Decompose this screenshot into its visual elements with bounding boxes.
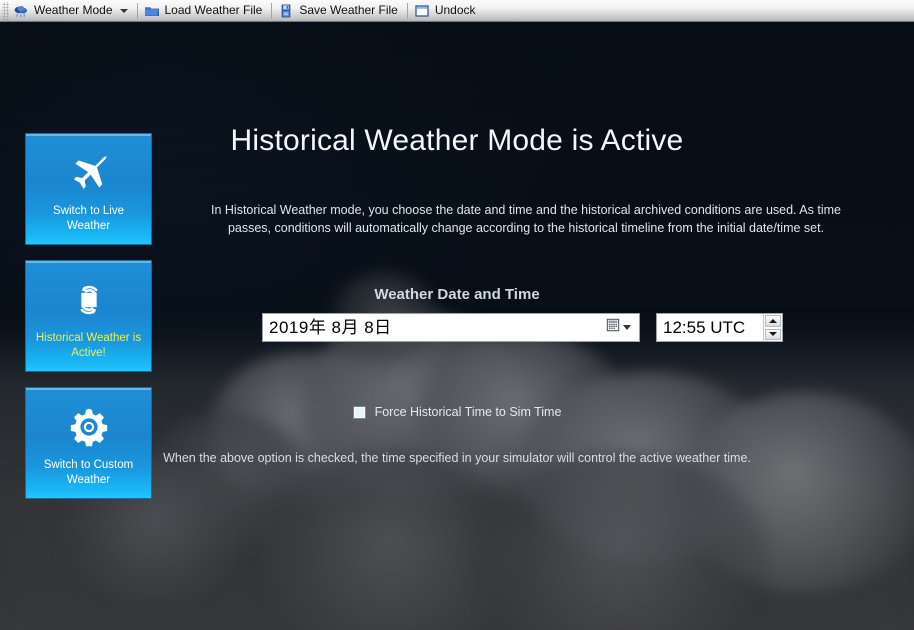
toolbar-separator: [271, 2, 273, 19]
toolbar-item-label: Load Weather File: [164, 3, 263, 17]
toolbar-item-label: Weather Mode: [34, 3, 113, 17]
weather-date-input[interactable]: 2019年 8月 8日: [262, 313, 640, 342]
mode-button-label: Historical Weather is Active!: [35, 332, 142, 359]
calendar-icon: [606, 318, 620, 337]
force-historical-time-row: Force Historical Time to Sim Time: [0, 405, 914, 419]
toolbar-separator: [136, 2, 138, 19]
toolbar-separator: [406, 2, 408, 19]
toolbar-item-undock[interactable]: Undock: [410, 1, 483, 21]
rain-cloud-icon: [13, 3, 29, 19]
toolbar-item-load-weather-file[interactable]: Load Weather File: [140, 1, 270, 21]
date-picker-dropdown[interactable]: [606, 318, 639, 337]
triangle-down-icon: [769, 332, 777, 337]
time-stepper: [763, 314, 782, 341]
window-undock-icon: [414, 3, 430, 19]
mode-button-label: Switch to Live Weather: [53, 205, 124, 232]
force-historical-time-label[interactable]: Force Historical Time to Sim Time: [375, 405, 562, 419]
chevron-down-icon: [119, 8, 128, 13]
weather-time-value: 12:55 UTC: [663, 317, 746, 337]
toolbar-drag-handle[interactable]: [2, 1, 9, 20]
weather-date-time-label: Weather Date and Time: [374, 286, 540, 303]
toolbar-item-label: Save Weather File: [299, 3, 398, 17]
folder-open-icon: [144, 3, 160, 19]
weather-time-input[interactable]: 12:55 UTC: [656, 313, 783, 342]
toolbar-item-save-weather-file[interactable]: Save Weather File: [274, 1, 405, 21]
time-stepper-up[interactable]: [765, 315, 781, 327]
toolbar-item-weather-mode[interactable]: Weather Mode: [9, 1, 135, 21]
toolbar-item-label: Undock: [434, 3, 476, 17]
floppy-disk-icon: [278, 3, 294, 19]
triangle-up-icon: [769, 318, 777, 323]
weather-mode-panel: Weather Mode Load Weather File Save Weat…: [0, 0, 914, 630]
time-stepper-down[interactable]: [765, 328, 781, 340]
weather-date-value: 2019年 8月 8日: [269, 317, 392, 337]
chevron-down-icon: [623, 325, 631, 330]
mode-description: In Historical Weather mode, you choose t…: [211, 203, 841, 235]
toolbar: Weather Mode Load Weather File Save Weat…: [0, 0, 914, 22]
switch-to-custom-weather-button[interactable]: Switch to Custom Weather: [25, 387, 152, 499]
page-title: Historical Weather Mode is Active: [230, 124, 684, 157]
force-historical-time-checkbox[interactable]: [352, 405, 366, 419]
historical-weather-active-button[interactable]: Historical Weather is Active!: [25, 260, 152, 372]
checkbox-footnote: When the above option is checked, the ti…: [163, 451, 751, 465]
